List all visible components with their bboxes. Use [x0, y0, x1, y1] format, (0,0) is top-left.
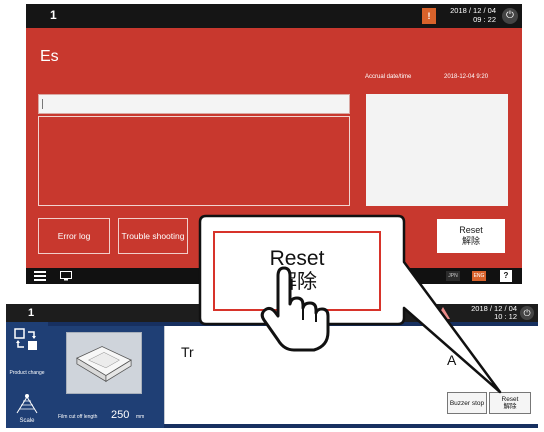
- product-change-label: Product change: [9, 370, 45, 376]
- time: 10 : 12: [494, 312, 517, 321]
- power-icon[interactable]: ⏻: [502, 8, 518, 24]
- scale-icon[interactable]: [14, 392, 40, 416]
- screen-number: 1: [28, 307, 35, 319]
- monitor-icon[interactable]: [60, 271, 72, 281]
- screen-number: 1: [50, 8, 57, 22]
- reset-button-label-jp: 解除: [503, 403, 517, 410]
- film-cut-off-unit: mm: [136, 414, 145, 420]
- date-time: 2018 / 12 / 04 10 : 12: [461, 305, 517, 321]
- reset-button-label-jp: 解除: [461, 236, 480, 246]
- panel-text: A: [447, 352, 457, 368]
- pointing-hand-icon: [260, 266, 330, 352]
- reset-button[interactable]: Reset 解除: [489, 392, 531, 414]
- error-log-button[interactable]: Error log: [38, 218, 110, 254]
- date: 2018 / 12 / 04: [450, 6, 496, 15]
- warning-triangle-icon[interactable]: [436, 307, 450, 319]
- scale-label: Scale: [19, 418, 35, 424]
- menu-icon[interactable]: [34, 271, 46, 281]
- language-eng-button[interactable]: ENG: [472, 271, 486, 281]
- text-caret: [42, 99, 43, 109]
- error-message-field: [38, 94, 350, 114]
- reset-button[interactable]: Reset 解除: [436, 218, 506, 254]
- film-cut-off-value: 250: [111, 409, 130, 421]
- help-button[interactable]: ?: [500, 270, 512, 282]
- language-jpn-button[interactable]: JPN: [446, 271, 460, 281]
- power-icon[interactable]: ⏻: [520, 306, 534, 320]
- buzzer-stop-button[interactable]: Buzzer stop: [447, 392, 487, 414]
- product-image: [66, 332, 142, 394]
- alert-badge[interactable]: !: [422, 8, 436, 24]
- product-panel: Film cut off length 250 mm: [48, 326, 164, 428]
- trouble-shooting-button[interactable]: Trouble shooting: [118, 218, 188, 254]
- error-message-body: [38, 116, 350, 206]
- main-content-panel: Tr A Buzzer stop Reset 解除: [164, 326, 538, 424]
- error-detail-box: [366, 94, 508, 206]
- date-time: 2018 / 12 / 04 09 : 22: [444, 6, 496, 24]
- time: 09 : 22: [473, 15, 496, 24]
- product-change-icon[interactable]: [14, 328, 40, 352]
- accrual-date-label: Accrual date/time: [365, 74, 412, 80]
- error-title: Es: [40, 48, 59, 65]
- top-status-bar: 1 ! 2018 / 12 / 04 09 : 22 ⏻: [26, 4, 522, 28]
- reset-button-label: Reset: [501, 396, 519, 403]
- reset-button-label: Reset: [459, 225, 483, 235]
- film-cut-off-label: Film cut off length: [58, 414, 98, 420]
- accrual-date-value: 2018-12-04 9:20: [444, 74, 489, 80]
- panel-title: Tr: [181, 344, 194, 360]
- side-toolbar: Product change Scale: [6, 322, 48, 428]
